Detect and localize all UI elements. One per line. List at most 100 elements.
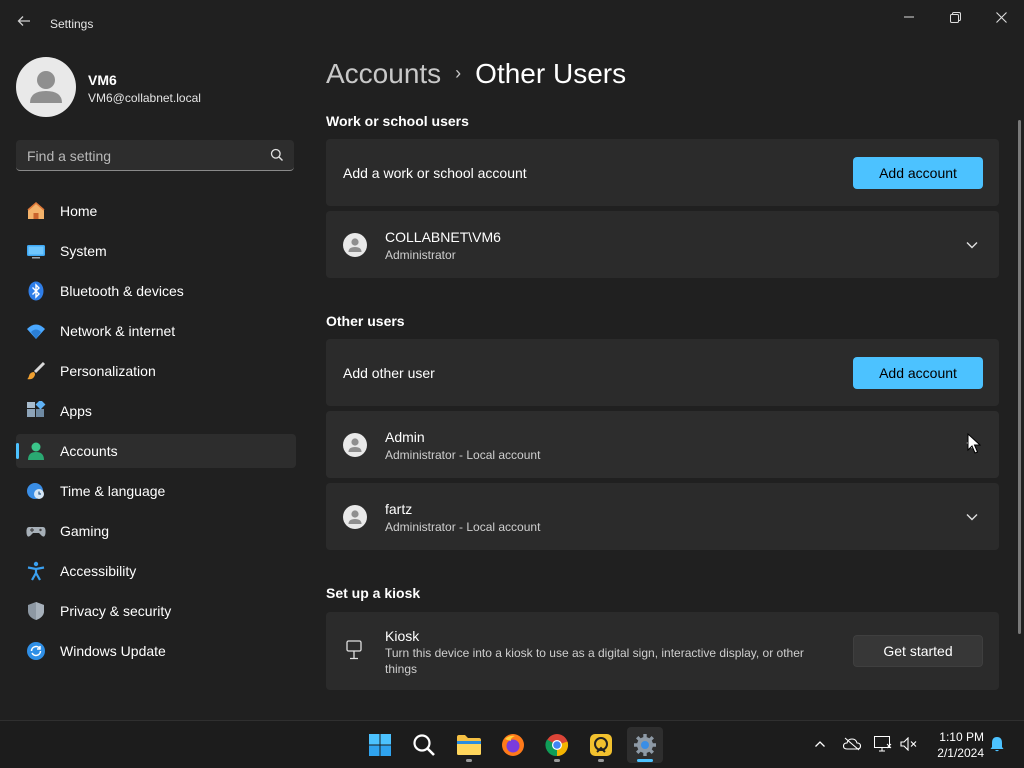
nav-item-accessibility[interactable]: Accessibility bbox=[16, 554, 296, 588]
nav-item-gaming[interactable]: Gaming bbox=[16, 514, 296, 548]
search-icon[interactable] bbox=[270, 148, 284, 162]
nav-item-windows-update[interactable]: Windows Update bbox=[16, 634, 296, 668]
nav-list: Home System Bluetooth & devices Network … bbox=[16, 194, 296, 674]
user-name: Admin bbox=[385, 429, 425, 445]
user-role: Administrator - Local account bbox=[385, 520, 541, 534]
cloud-offline-icon[interactable] bbox=[841, 733, 863, 755]
section-title-other: Other users bbox=[326, 313, 405, 329]
nav-label: Network & internet bbox=[60, 323, 176, 339]
user-row-collabnet-vm6[interactable]: COLLABNET\VM6 Administrator bbox=[326, 211, 999, 278]
nav-label: System bbox=[60, 243, 107, 259]
nav-label: Gaming bbox=[60, 523, 110, 539]
main-content: Accounts › Other Users Work or school user… bbox=[310, 48, 1024, 718]
user-email: VM6@collabnet.local bbox=[88, 91, 201, 105]
start-icon bbox=[369, 734, 391, 756]
system-icon bbox=[26, 241, 46, 261]
accounts-icon bbox=[26, 441, 46, 461]
notification-bell-icon[interactable] bbox=[986, 733, 1008, 755]
kiosk-card: Kiosk Turn this device into a kiosk to u… bbox=[326, 612, 999, 690]
kiosk-icon bbox=[345, 640, 363, 660]
tray-overflow-chevron-up-icon[interactable] bbox=[809, 733, 831, 755]
user-name: fartz bbox=[385, 501, 413, 517]
time-language-icon bbox=[26, 481, 46, 501]
taskbar-chrome[interactable] bbox=[539, 727, 575, 763]
page-title: Other Users bbox=[475, 58, 627, 89]
nav-item-system[interactable]: System bbox=[16, 234, 296, 268]
nav-label: Windows Update bbox=[60, 643, 166, 659]
minimize-button[interactable] bbox=[886, 6, 932, 28]
scrollbar[interactable] bbox=[1018, 120, 1021, 634]
restore-button[interactable] bbox=[932, 6, 978, 28]
update-icon bbox=[26, 641, 46, 661]
kiosk-description-continued: things bbox=[385, 662, 418, 676]
sidebar: VM6 VM6@collabnet.local Find a setting H… bbox=[0, 48, 310, 718]
gaming-icon bbox=[26, 521, 46, 541]
nav-item-privacy-security[interactable]: Privacy & security bbox=[16, 594, 296, 628]
nav-label: Accessibility bbox=[60, 563, 137, 579]
taskbar-settings[interactable] bbox=[627, 727, 663, 763]
remote-app-icon bbox=[590, 734, 612, 756]
nav-label: Home bbox=[60, 203, 98, 219]
nav-item-network[interactable]: Network & internet bbox=[16, 314, 296, 348]
search-icon bbox=[413, 734, 435, 756]
section-title-work: Work or school users bbox=[326, 113, 469, 129]
mouse-cursor-icon bbox=[967, 432, 982, 455]
nav-item-accounts[interactable]: Accounts bbox=[16, 434, 296, 468]
breadcrumb: Accounts › Other Users bbox=[326, 58, 626, 90]
search-placeholder: Find a setting bbox=[27, 148, 112, 164]
nav-label: Personalization bbox=[60, 363, 156, 379]
running-indicator bbox=[466, 759, 472, 762]
chevron-down-icon[interactable] bbox=[965, 510, 979, 524]
kiosk-title: Kiosk bbox=[385, 628, 420, 644]
user-row-admin[interactable]: Admin Administrator - Local account bbox=[326, 411, 999, 478]
nav-item-apps[interactable]: Apps bbox=[16, 394, 296, 428]
bluetooth-icon bbox=[26, 281, 46, 301]
taskbar-search-button[interactable] bbox=[406, 727, 442, 763]
running-indicator bbox=[598, 759, 604, 762]
taskbar: 1:10 PM 2/1/2024 bbox=[0, 720, 1024, 768]
taskbar-file-explorer[interactable] bbox=[451, 727, 487, 763]
file-explorer-icon bbox=[457, 735, 481, 755]
home-icon bbox=[26, 201, 46, 221]
nav-label: Time & language bbox=[60, 483, 166, 499]
breadcrumb-separator: › bbox=[455, 63, 462, 83]
shield-icon bbox=[26, 601, 46, 621]
add-work-account-button[interactable]: Add account bbox=[853, 157, 983, 189]
search-input[interactable]: Find a setting bbox=[16, 140, 294, 171]
user-name: VM6 bbox=[88, 72, 117, 88]
nav-item-personalization[interactable]: Personalization bbox=[16, 354, 296, 388]
nav-item-time-language[interactable]: Time & language bbox=[16, 474, 296, 508]
start-button[interactable] bbox=[362, 727, 398, 763]
volume-muted-icon[interactable] bbox=[898, 733, 920, 755]
user-role: Administrator bbox=[385, 248, 456, 262]
close-button[interactable] bbox=[978, 6, 1024, 28]
firefox-icon bbox=[502, 734, 524, 756]
accessibility-icon bbox=[26, 561, 46, 581]
kiosk-get-started-button[interactable]: Get started bbox=[853, 635, 983, 667]
nav-item-home[interactable]: Home bbox=[16, 194, 296, 228]
user-name: COLLABNET\VM6 bbox=[385, 229, 501, 245]
breadcrumb-accounts[interactable]: Accounts bbox=[326, 58, 441, 89]
add-work-account-label: Add a work or school account bbox=[343, 165, 527, 181]
user-avatar-icon bbox=[343, 233, 367, 257]
taskbar-firefox[interactable] bbox=[495, 727, 531, 763]
user-role: Administrator - Local account bbox=[385, 448, 541, 462]
user-avatar[interactable] bbox=[16, 57, 76, 117]
add-other-user-card: Add other user Add account bbox=[326, 339, 999, 406]
clock[interactable]: 1:10 PM 2/1/2024 bbox=[924, 729, 984, 761]
title-bar: Settings bbox=[0, 0, 1024, 48]
add-other-user-button[interactable]: Add account bbox=[853, 357, 983, 389]
clock-date: 2/1/2024 bbox=[937, 746, 984, 760]
network-display-icon[interactable] bbox=[872, 733, 894, 755]
kiosk-description: Turn this device into a kiosk to use as … bbox=[385, 646, 804, 660]
network-icon bbox=[26, 321, 46, 341]
chevron-down-icon[interactable] bbox=[965, 238, 979, 252]
clock-time: 1:10 PM bbox=[939, 730, 984, 744]
nav-label: Accounts bbox=[60, 443, 118, 459]
nav-item-bluetooth[interactable]: Bluetooth & devices bbox=[16, 274, 296, 308]
taskbar-remote-app[interactable] bbox=[583, 727, 619, 763]
running-indicator bbox=[554, 759, 560, 762]
back-arrow-icon[interactable] bbox=[14, 12, 34, 36]
user-row-fartz[interactable]: fartz Administrator - Local account bbox=[326, 483, 999, 550]
app-title: Settings bbox=[50, 17, 94, 31]
